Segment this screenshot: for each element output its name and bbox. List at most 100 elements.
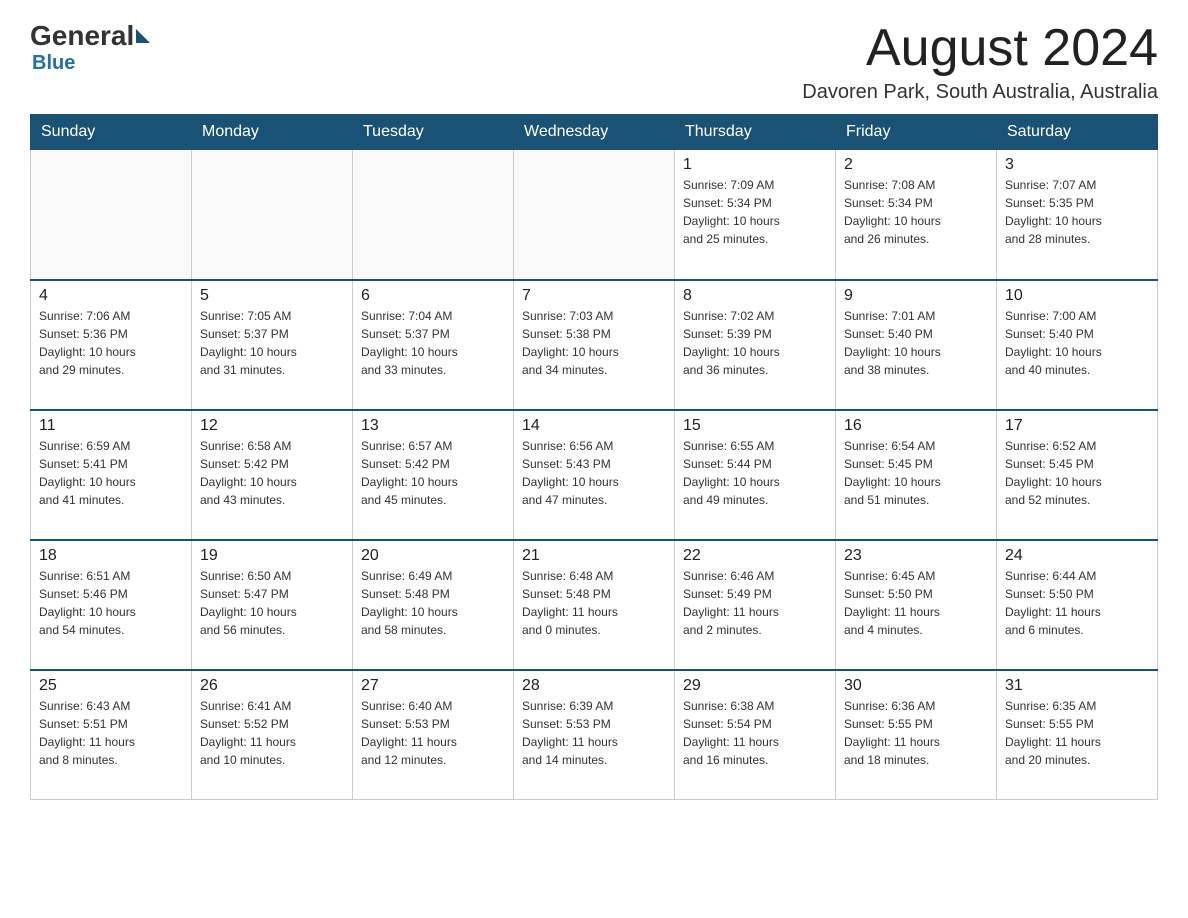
calendar-week-row: 11 Sunrise: 6:59 AMSunset: 5:41 PMDayligh… xyxy=(31,410,1158,540)
day-info: Sunrise: 7:03 AMSunset: 5:38 PMDaylight:… xyxy=(522,307,666,379)
calendar-cell xyxy=(353,150,514,280)
day-number: 6 xyxy=(361,287,505,305)
day-number: 13 xyxy=(361,417,505,435)
day-number: 4 xyxy=(39,287,183,305)
day-number: 18 xyxy=(39,547,183,565)
header-sunday: Sunday xyxy=(31,115,192,150)
calendar-week-row: 4Sunrise: 7:06 AMSunset: 5:36 PMDaylight… xyxy=(31,280,1158,410)
calendar-cell: 19 Sunrise: 6:50 AMSunset: 5:47 PMDayligh… xyxy=(192,540,353,670)
title-area: August 2024 Davoren Park, South Australi… xyxy=(802,20,1158,104)
header-tuesday: Tuesday xyxy=(353,115,514,150)
calendar-week-row: 18 Sunrise: 6:51 AMSunset: 5:46 PMDayligh… xyxy=(31,540,1158,670)
calendar-cell: 5 Sunrise: 7:05 AMSunset: 5:37 PMDaylight… xyxy=(192,280,353,410)
day-info: Sunrise: 6:58 AMSunset: 5:42 PMDaylight:… xyxy=(200,437,344,509)
day-info: Sunrise: 6:48 AMSunset: 5:48 PMDaylight:… xyxy=(522,567,666,639)
calendar-cell: 14 Sunrise: 6:56 AMSunset: 5:43 PMDayligh… xyxy=(514,410,675,540)
day-number: 27 xyxy=(361,677,505,695)
calendar-cell: 3 Sunrise: 7:07 AMSunset: 5:35 PMDaylight… xyxy=(997,150,1158,280)
day-number: 3 xyxy=(1005,156,1149,174)
header-saturday: Saturday xyxy=(997,115,1158,150)
day-number: 28 xyxy=(522,677,666,695)
header: General Blue August 2024 Davoren Park, S… xyxy=(30,20,1158,104)
day-info: Sunrise: 6:54 AMSunset: 5:45 PMDaylight:… xyxy=(844,437,988,509)
calendar-cell: 24Sunrise: 6:44 AMSunset: 5:50 PMDayligh… xyxy=(997,540,1158,670)
calendar-cell: 7 Sunrise: 7:03 AMSunset: 5:38 PMDaylight… xyxy=(514,280,675,410)
location: Davoren Park, South Australia, Australia xyxy=(802,81,1158,104)
calendar-cell: 8Sunrise: 7:02 AMSunset: 5:39 PMDaylight… xyxy=(675,280,836,410)
calendar-cell: 4Sunrise: 7:06 AMSunset: 5:36 PMDaylight… xyxy=(31,280,192,410)
calendar-cell: 25Sunrise: 6:43 AMSunset: 5:51 PMDayligh… xyxy=(31,670,192,800)
day-number: 25 xyxy=(39,677,183,695)
day-number: 15 xyxy=(683,417,827,435)
day-info: Sunrise: 6:46 AMSunset: 5:49 PMDaylight:… xyxy=(683,567,827,639)
day-info: Sunrise: 6:50 AMSunset: 5:47 PMDaylight:… xyxy=(200,567,344,639)
day-number: 31 xyxy=(1005,677,1149,695)
day-info: Sunrise: 6:44 AMSunset: 5:50 PMDaylight:… xyxy=(1005,567,1149,639)
day-info: Sunrise: 7:09 AMSunset: 5:34 PMDaylight:… xyxy=(683,176,827,248)
day-number: 12 xyxy=(200,417,344,435)
day-info: Sunrise: 7:01 AMSunset: 5:40 PMDaylight:… xyxy=(844,307,988,379)
logo: General Blue xyxy=(30,20,150,75)
day-info: Sunrise: 6:40 AMSunset: 5:53 PMDaylight:… xyxy=(361,697,505,769)
day-number: 2 xyxy=(844,156,988,174)
day-number: 21 xyxy=(522,547,666,565)
month-title: August 2024 xyxy=(802,20,1158,77)
calendar-cell: 10 Sunrise: 7:00 AMSunset: 5:40 PMDayligh… xyxy=(997,280,1158,410)
day-info: Sunrise: 6:39 AMSunset: 5:53 PMDaylight:… xyxy=(522,697,666,769)
day-number: 10 xyxy=(1005,287,1149,305)
logo-arrow-icon xyxy=(136,29,150,43)
day-info: Sunrise: 6:52 AMSunset: 5:45 PMDaylight:… xyxy=(1005,437,1149,509)
day-number: 19 xyxy=(200,547,344,565)
calendar-table: SundayMondayTuesdayWednesdayThursdayFrid… xyxy=(30,114,1158,800)
day-number: 29 xyxy=(683,677,827,695)
calendar-cell: 18 Sunrise: 6:51 AMSunset: 5:46 PMDayligh… xyxy=(31,540,192,670)
day-number: 14 xyxy=(522,417,666,435)
day-info: Sunrise: 6:56 AMSunset: 5:43 PMDaylight:… xyxy=(522,437,666,509)
day-info: Sunrise: 6:38 AMSunset: 5:54 PMDaylight:… xyxy=(683,697,827,769)
logo-blue: Blue xyxy=(32,52,75,75)
calendar-cell: 20Sunrise: 6:49 AMSunset: 5:48 PMDayligh… xyxy=(353,540,514,670)
calendar-cell: 11 Sunrise: 6:59 AMSunset: 5:41 PMDayligh… xyxy=(31,410,192,540)
day-info: Sunrise: 6:36 AMSunset: 5:55 PMDaylight:… xyxy=(844,697,988,769)
calendar-cell: 6 Sunrise: 7:04 AMSunset: 5:37 PMDaylight… xyxy=(353,280,514,410)
day-number: 23 xyxy=(844,547,988,565)
calendar-cell: 21 Sunrise: 6:48 AMSunset: 5:48 PMDayligh… xyxy=(514,540,675,670)
calendar-cell: 23 Sunrise: 6:45 AMSunset: 5:50 PMDayligh… xyxy=(836,540,997,670)
calendar-cell: 31Sunrise: 6:35 AMSunset: 5:55 PMDayligh… xyxy=(997,670,1158,800)
header-thursday: Thursday xyxy=(675,115,836,150)
logo-general: General xyxy=(30,20,134,52)
day-info: Sunrise: 6:45 AMSunset: 5:50 PMDaylight:… xyxy=(844,567,988,639)
day-info: Sunrise: 7:08 AMSunset: 5:34 PMDaylight:… xyxy=(844,176,988,248)
day-info: Sunrise: 7:00 AMSunset: 5:40 PMDaylight:… xyxy=(1005,307,1149,379)
calendar-cell xyxy=(514,150,675,280)
header-friday: Friday xyxy=(836,115,997,150)
day-info: Sunrise: 6:59 AMSunset: 5:41 PMDaylight:… xyxy=(39,437,183,509)
calendar-cell: 26Sunrise: 6:41 AMSunset: 5:52 PMDayligh… xyxy=(192,670,353,800)
day-number: 26 xyxy=(200,677,344,695)
day-number: 22 xyxy=(683,547,827,565)
header-monday: Monday xyxy=(192,115,353,150)
day-info: Sunrise: 7:04 AMSunset: 5:37 PMDaylight:… xyxy=(361,307,505,379)
calendar-cell xyxy=(192,150,353,280)
calendar-cell: 27 Sunrise: 6:40 AMSunset: 5:53 PMDayligh… xyxy=(353,670,514,800)
calendar-week-row: 25Sunrise: 6:43 AMSunset: 5:51 PMDayligh… xyxy=(31,670,1158,800)
day-number: 5 xyxy=(200,287,344,305)
calendar-cell: 1Sunrise: 7:09 AMSunset: 5:34 PMDaylight… xyxy=(675,150,836,280)
day-info: Sunrise: 7:05 AMSunset: 5:37 PMDaylight:… xyxy=(200,307,344,379)
calendar-week-row: 1Sunrise: 7:09 AMSunset: 5:34 PMDaylight… xyxy=(31,150,1158,280)
calendar-cell: 13Sunrise: 6:57 AMSunset: 5:42 PMDayligh… xyxy=(353,410,514,540)
calendar-cell xyxy=(31,150,192,280)
calendar-cell: 28 Sunrise: 6:39 AMSunset: 5:53 PMDayligh… xyxy=(514,670,675,800)
calendar-cell: 17 Sunrise: 6:52 AMSunset: 5:45 PMDayligh… xyxy=(997,410,1158,540)
day-info: Sunrise: 7:07 AMSunset: 5:35 PMDaylight:… xyxy=(1005,176,1149,248)
header-wednesday: Wednesday xyxy=(514,115,675,150)
day-info: Sunrise: 6:49 AMSunset: 5:48 PMDaylight:… xyxy=(361,567,505,639)
day-info: Sunrise: 6:51 AMSunset: 5:46 PMDaylight:… xyxy=(39,567,183,639)
day-number: 7 xyxy=(522,287,666,305)
calendar-cell: 16Sunrise: 6:54 AMSunset: 5:45 PMDayligh… xyxy=(836,410,997,540)
day-number: 17 xyxy=(1005,417,1149,435)
day-info: Sunrise: 7:02 AMSunset: 5:39 PMDaylight:… xyxy=(683,307,827,379)
calendar-cell: 2 Sunrise: 7:08 AMSunset: 5:34 PMDaylight… xyxy=(836,150,997,280)
calendar-cell: 15Sunrise: 6:55 AMSunset: 5:44 PMDayligh… xyxy=(675,410,836,540)
day-number: 11 xyxy=(39,417,183,435)
